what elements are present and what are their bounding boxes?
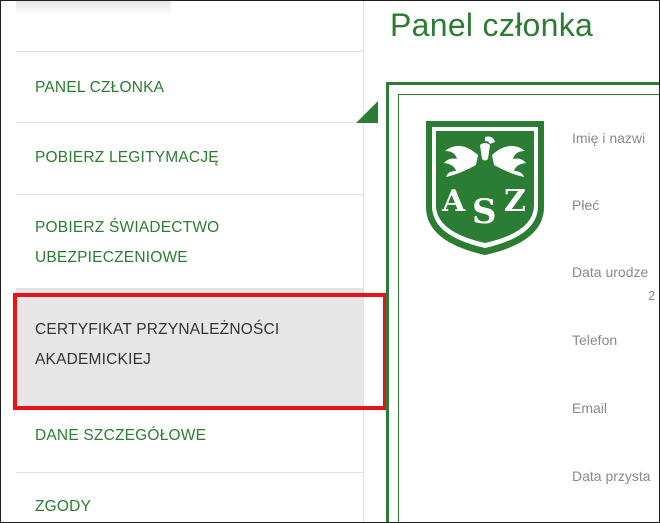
sidebar-header	[16, 1, 363, 52]
svg-text:Z: Z	[504, 184, 526, 219]
sidebar-item-label: POBIERZ LEGITYMACJĘ	[35, 149, 219, 166]
field-label-gender: Płeć	[572, 197, 600, 213]
field-label-join-date: Data przysta	[572, 468, 651, 484]
field-label-phone: Telefon	[572, 332, 618, 348]
sidebar-item-label: DANE SZCZEGÓŁOWE	[35, 427, 207, 444]
page-title: Panel członka	[390, 7, 594, 43]
logo-text: A	[441, 184, 466, 219]
sidebar-item-panel-czlonka[interactable]: PANEL CZŁONKA	[16, 52, 363, 123]
sidebar-item-label: PANEL CZŁONKA	[35, 79, 165, 96]
field-label-name: Imię i nazwi	[572, 130, 646, 146]
sidebar-item-pobierz-swiadectwo[interactable]: POBIERZ ŚWIADECTWO UBEZPIECZENIOWE	[16, 195, 363, 289]
sidebar-item-dane-szczegolowe[interactable]: DANE SZCZEGÓŁOWE	[16, 409, 363, 473]
sidebar-item-label-line2: UBEZPIECZENIOWE	[35, 249, 188, 266]
svg-text:S: S	[472, 192, 497, 232]
app-frame: PANEL CZŁONKA POBIERZ LEGITYMACJĘ POBIER…	[0, 0, 660, 523]
sidebar: PANEL CZŁONKA POBIERZ LEGITYMACJĘ POBIER…	[16, 1, 378, 522]
azs-eagle-logo-icon: A S Z	[426, 121, 544, 256]
field-label-birthdate: Data urodze	[572, 264, 649, 280]
highlight-box	[13, 293, 387, 410]
sidebar-item-label: POBIERZ ŚWIADECTWO	[35, 219, 220, 236]
sidebar-item-label: ZGODY	[35, 498, 92, 515]
sidebar-item-pobierz-legitymacje[interactable]: POBIERZ LEGITYMACJĘ	[16, 123, 363, 195]
field-value-fragment: 2	[648, 288, 656, 303]
active-indicator	[356, 101, 378, 123]
field-label-email: Email	[572, 400, 608, 416]
sidebar-item-zgody[interactable]: ZGODY	[16, 473, 363, 522]
